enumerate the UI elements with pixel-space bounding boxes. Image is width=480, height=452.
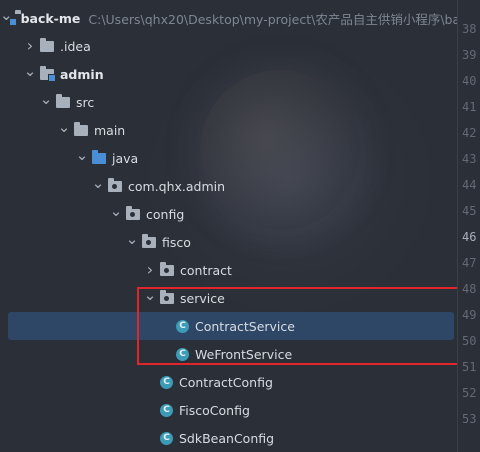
folder-icon	[40, 37, 54, 52]
tree-item-sdkbean-config[interactable]: C SdkBeanConfig	[0, 424, 458, 452]
tree-item-label: admin	[60, 66, 104, 82]
source-folder-icon	[92, 149, 106, 164]
line-number: 38	[462, 22, 477, 36]
tree-item-contract[interactable]: contract	[0, 256, 458, 284]
tree-item-label: ContractService	[195, 318, 295, 334]
tree-item-label: .idea	[60, 38, 91, 54]
line-number: 53	[462, 412, 477, 426]
line-number: 43	[462, 152, 477, 166]
line-number-current: 46	[462, 230, 477, 244]
package-icon	[160, 261, 174, 276]
tree-item-back-me[interactable]: back-me C:\Users\qhx20\Desktop\my-projec…	[0, 4, 458, 32]
tree-item-service[interactable]: service	[0, 284, 458, 312]
tree-item-label: config	[146, 206, 185, 222]
package-icon	[126, 205, 140, 220]
tree-item-fisco-config[interactable]: C FiscoConfig	[0, 396, 458, 424]
project-tree: back-me C:\Users\qhx20\Desktop\my-projec…	[0, 0, 458, 452]
collapse-arrow-icon[interactable]	[22, 38, 38, 54]
tree-item-wefront-service[interactable]: C WeFrontService	[0, 340, 458, 368]
class-icon: C	[160, 403, 173, 417]
line-number: 44	[462, 178, 477, 192]
package-icon	[160, 289, 174, 304]
folder-icon	[74, 121, 88, 136]
line-number: 50	[462, 334, 477, 348]
tree-item-admin[interactable]: admin	[0, 60, 458, 88]
expand-arrow-icon[interactable]	[38, 94, 54, 110]
expand-arrow-icon[interactable]	[90, 178, 106, 194]
tree-item-label: com.qhx.admin	[128, 178, 226, 194]
tree-item-label: SdkBeanConfig	[179, 430, 275, 446]
tree-item-label: main	[94, 122, 126, 138]
expand-arrow-icon[interactable]	[108, 206, 124, 222]
line-number: 52	[462, 386, 477, 400]
tree-item-com-qhx-admin[interactable]: com.qhx.admin	[0, 172, 458, 200]
tree-item-src[interactable]: src	[0, 88, 458, 116]
tree-item-label: fisco	[162, 234, 191, 250]
line-number: 40	[462, 74, 477, 88]
expand-arrow-icon[interactable]	[142, 290, 158, 306]
tree-item-label: WeFrontService	[195, 346, 293, 362]
line-number: 47	[462, 256, 477, 270]
line-number: 39	[462, 48, 477, 62]
project-path: C:\Users\qhx20\Desktop\my-project\农产品自主供…	[88, 11, 458, 27]
line-number: 49	[462, 308, 477, 322]
tree-item-main[interactable]: main	[0, 116, 458, 144]
line-number: 48	[462, 282, 477, 296]
tree-item-label: service	[180, 290, 225, 306]
expand-arrow-icon[interactable]	[124, 234, 140, 250]
expand-arrow-icon[interactable]	[56, 122, 72, 138]
tree-item-label: contract	[180, 262, 232, 278]
line-number: 45	[462, 204, 477, 218]
tree-item-java[interactable]: java	[0, 144, 458, 172]
class-icon: C	[160, 431, 173, 445]
line-number: 41	[462, 100, 477, 114]
tree-item-label: java	[112, 150, 139, 166]
tree-item-contract-config[interactable]: C ContractConfig	[0, 368, 458, 396]
class-icon: C	[176, 319, 189, 333]
class-icon: C	[176, 347, 189, 361]
module-folder-icon	[40, 65, 56, 82]
tree-item-label: FiscoConfig	[179, 402, 250, 418]
collapse-arrow-icon[interactable]	[142, 262, 158, 278]
expand-arrow-icon[interactable]	[22, 66, 38, 82]
tree-item-label: src	[76, 94, 95, 110]
tree-item-config[interactable]: config	[0, 200, 458, 228]
tree-item-label: back-me	[20, 10, 81, 26]
package-icon	[108, 177, 122, 192]
folder-icon	[56, 93, 70, 108]
package-icon	[142, 233, 156, 248]
tree-item-idea[interactable]: .idea	[0, 32, 458, 60]
tree-item-label: ContractConfig	[179, 374, 273, 390]
class-icon: C	[160, 375, 173, 389]
expand-arrow-icon[interactable]	[74, 150, 90, 166]
tree-item-fisco[interactable]: fisco	[0, 228, 458, 256]
tree-item-contract-service[interactable]: C ContractService	[8, 312, 454, 340]
line-number: 42	[462, 126, 477, 140]
editor-line-gutter: 38 39 40 41 42 43 44 45 46 47 48 49 50 5…	[457, 0, 480, 452]
line-number: 51	[462, 360, 477, 374]
